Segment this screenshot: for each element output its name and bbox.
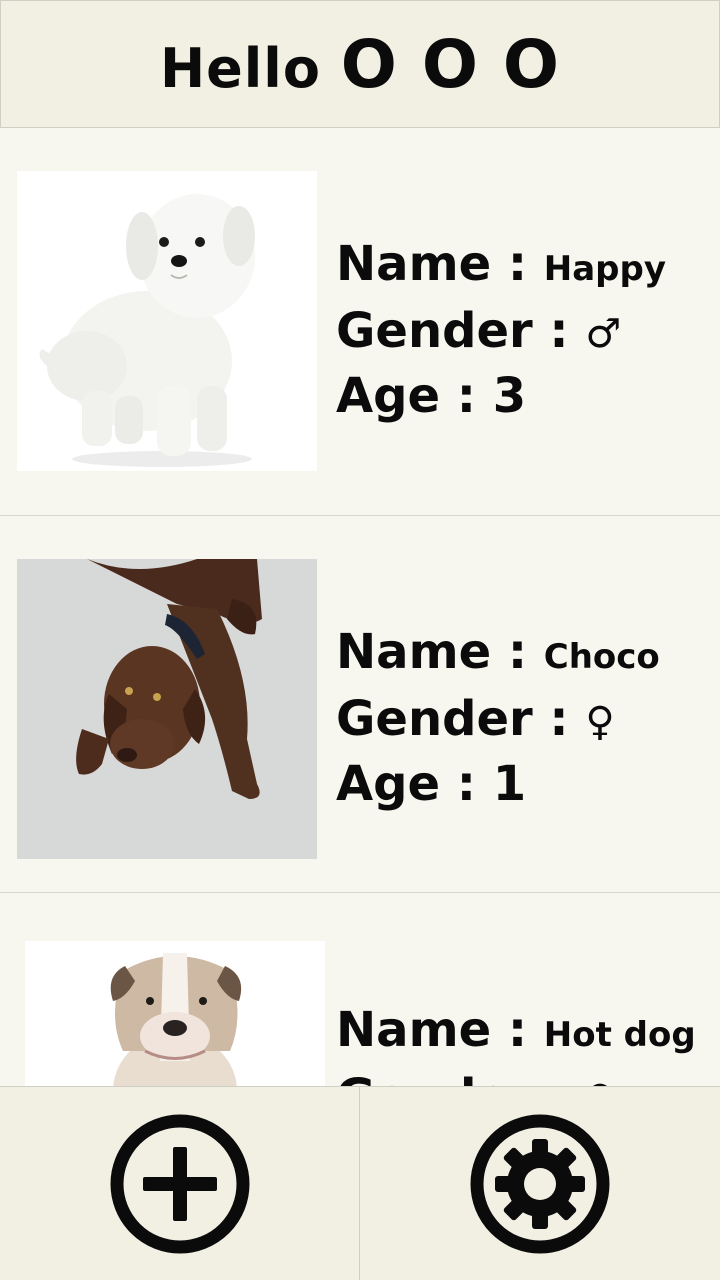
name-label: Name : — [336, 624, 544, 680]
name-label: Name : — [336, 1002, 544, 1058]
pet-card[interactable]: Name : Hot dog Gender : ♀ — [0, 893, 720, 1086]
pet-info: Name : Happy Gender : ♂ Age : 3 — [336, 233, 666, 427]
pet-photo — [17, 171, 317, 471]
pet-name: Choco — [543, 637, 660, 677]
pet-gender-row: Gender : ♂ — [336, 300, 666, 365]
pet-info: Name : Choco Gender : ♀ Age : 1 — [336, 621, 660, 815]
pet-age: 3 — [492, 368, 527, 424]
pet-info: Name : Hot dog Gender : ♀ — [336, 999, 696, 1086]
pet-name-row: Name : Hot dog — [336, 999, 696, 1066]
female-icon: ♀ — [585, 1077, 614, 1086]
bulldog-image — [25, 941, 325, 1086]
white-puppy-image — [17, 171, 317, 471]
gender-label: Gender : — [336, 303, 586, 359]
pet-name: Hot dog — [543, 1015, 696, 1055]
pet-photo — [17, 559, 317, 859]
user-name-mask: O O O — [340, 25, 561, 103]
pet-name-row: Name : Happy — [336, 233, 666, 300]
age-label: Age : — [336, 756, 493, 812]
pet-card[interactable]: Name : Happy Gender : ♂ Age : 3 — [0, 128, 720, 516]
pet-name: Happy — [543, 249, 666, 289]
pet-gender-row: Gender : ♀ — [336, 1066, 696, 1086]
pet-card[interactable]: Name : Choco Gender : ♀ Age : 1 — [0, 516, 720, 893]
gender-label: Gender : — [336, 691, 586, 747]
add-button[interactable] — [0, 1087, 360, 1280]
add-circle-icon — [110, 1114, 249, 1254]
settings-button[interactable] — [360, 1087, 720, 1280]
age-label: Age : — [336, 368, 493, 424]
pet-photo — [25, 941, 325, 1086]
pet-name-row: Name : Choco — [336, 621, 660, 688]
pet-age: 1 — [492, 756, 527, 812]
gender-label: Gender : — [336, 1069, 585, 1086]
app-header: Hello O O O — [0, 0, 720, 128]
bottom-bar — [0, 1086, 720, 1280]
gear-icon — [470, 1114, 610, 1254]
female-icon: ♀ — [585, 699, 615, 745]
brown-dog-image — [17, 559, 317, 859]
greeting-text: Hello — [159, 36, 321, 100]
page-title: Hello O O O — [160, 26, 560, 103]
pet-gender-row: Gender : ♀ — [336, 688, 660, 753]
pet-age-row: Age : 1 — [336, 753, 660, 815]
male-icon: ♂ — [585, 311, 622, 357]
pet-age-row: Age : 3 — [336, 365, 666, 427]
name-label: Name : — [336, 236, 544, 292]
pet-list[interactable]: Name : Happy Gender : ♂ Age : 3 Name: C… — [0, 128, 720, 1086]
